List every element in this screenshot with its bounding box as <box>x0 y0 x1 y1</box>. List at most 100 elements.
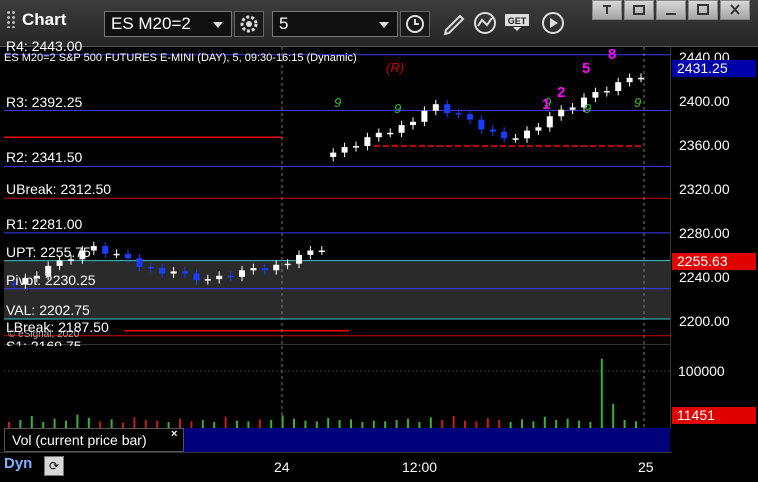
volume-bar <box>270 420 273 428</box>
candle-body <box>546 116 553 128</box>
time-axis-tick: 24 <box>274 459 290 475</box>
volume-bar <box>429 417 432 428</box>
count-green: 9 <box>334 95 341 110</box>
play-icon[interactable] <box>540 10 566 36</box>
window-controls <box>590 0 750 22</box>
level-label-r3: R3: 2392.25 <box>6 93 83 110</box>
candle-body <box>455 113 462 115</box>
time-axis[interactable]: 24 12:00 25 <box>0 452 672 479</box>
candle-body <box>90 246 97 251</box>
candle-body <box>421 110 428 122</box>
interval-combo[interactable]: 5 <box>272 11 398 37</box>
price-axis-tick: 2200.00 <box>679 313 730 329</box>
link-icon <box>633 5 645 15</box>
candle-body <box>569 107 576 110</box>
level-label-ubreak: UBreak: 2312.50 <box>6 181 112 198</box>
link-button[interactable] <box>624 0 654 20</box>
maximize-icon <box>697 4 709 15</box>
count-magenta: 2 <box>557 84 565 101</box>
count-magenta: 5 <box>582 60 590 77</box>
count-green: 9 <box>584 101 591 116</box>
settings-button[interactable] <box>234 11 264 37</box>
volume-bar <box>304 420 307 428</box>
candle-body <box>364 137 371 146</box>
maximize-button[interactable] <box>688 0 718 20</box>
volume-bar <box>532 421 535 428</box>
candle-body <box>444 104 451 113</box>
volume-bar <box>350 419 352 428</box>
volume-bar <box>566 418 569 428</box>
level-label-lbreak: LBreak: 2187.50 <box>6 318 109 335</box>
minimize-icon <box>666 13 676 15</box>
interval-value: 5 <box>279 14 289 33</box>
time-axis-tick: 12:00 <box>402 459 438 475</box>
volume-study-close-icon[interactable]: × <box>171 428 177 440</box>
drag-handle-icon[interactable] <box>6 10 16 28</box>
current-price-label: 2431.25 <box>672 59 756 77</box>
volume-bar <box>623 420 626 428</box>
volume-pane[interactable] <box>4 346 670 428</box>
chart-window: Chart ES M20=2 5 GET 9 9 9 9 9 1 2 5 8 E… <box>0 0 758 482</box>
refresh-icon[interactable]: ⟳ <box>44 456 64 476</box>
dynamic-label[interactable]: Dyn <box>4 455 32 472</box>
count-green: 9 <box>634 95 641 110</box>
volume-bar <box>144 420 147 428</box>
candle-body <box>182 271 188 274</box>
candle-body <box>501 131 508 139</box>
time-axis-tick: 25 <box>638 459 654 475</box>
get-data-icon[interactable]: GET <box>504 12 530 32</box>
candle-body <box>467 114 473 120</box>
volume-bar <box>441 420 444 428</box>
candle-body <box>558 109 565 117</box>
level-label-r1: R1: 2281.00 <box>6 215 83 232</box>
volume-bar <box>407 418 409 428</box>
candle-body <box>273 264 280 271</box>
volume-bar <box>464 420 466 428</box>
pencil-icon[interactable] <box>440 10 466 36</box>
volume-current-label: 11451 <box>672 407 756 424</box>
candle-body <box>239 270 245 277</box>
level-label-upt: UPT: 2255.75 <box>6 243 91 260</box>
candle-body <box>307 250 314 255</box>
chart-header: ES M20=2 S&P 500 FUTURES E-MINI (DAY), 5… <box>4 52 357 64</box>
volume-bar <box>555 420 558 428</box>
volume-bar <box>179 418 181 428</box>
volume-bar <box>635 421 637 428</box>
volume-bar <box>384 421 387 428</box>
candle-body <box>318 250 325 252</box>
candle-body <box>603 91 610 93</box>
price-axis-tick: 2280.00 <box>679 225 730 241</box>
volume-study-label[interactable]: Vol (current price bar) <box>4 428 184 452</box>
candle-body <box>626 77 633 83</box>
time-button[interactable] <box>400 11 430 37</box>
candle-body <box>410 121 416 126</box>
price-axis-tick: 2240.00 <box>679 269 730 285</box>
chevron-down-icon[interactable] <box>379 22 389 28</box>
pin-button[interactable] <box>592 0 622 20</box>
volume-bar <box>315 421 318 428</box>
candle-body <box>330 152 337 157</box>
volume-bar <box>486 418 489 428</box>
candle-body <box>193 273 200 281</box>
volume-bar <box>327 418 330 428</box>
candle-body <box>296 254 302 264</box>
candle-body <box>353 146 359 148</box>
volume-bar <box>110 419 113 428</box>
candle-body <box>375 132 382 138</box>
candle-body <box>387 132 394 135</box>
volume-bar <box>452 416 455 428</box>
volume-bar <box>281 415 284 428</box>
study-icon[interactable] <box>472 10 498 36</box>
level-label-val: VAL: 2202.75 <box>6 301 90 318</box>
candle-body <box>147 267 154 269</box>
volume-bar <box>99 421 102 428</box>
upt-price-label: 2255.63 <box>672 252 756 270</box>
volume-bar <box>156 420 159 428</box>
minimize-button[interactable] <box>656 0 686 20</box>
volume-bar <box>247 421 250 428</box>
close-button[interactable] <box>720 0 750 20</box>
volume-bar <box>498 420 501 428</box>
symbol-combo[interactable]: ES M20=2 <box>104 11 232 37</box>
volume-bar <box>19 420 22 428</box>
chevron-down-icon[interactable] <box>213 22 223 28</box>
